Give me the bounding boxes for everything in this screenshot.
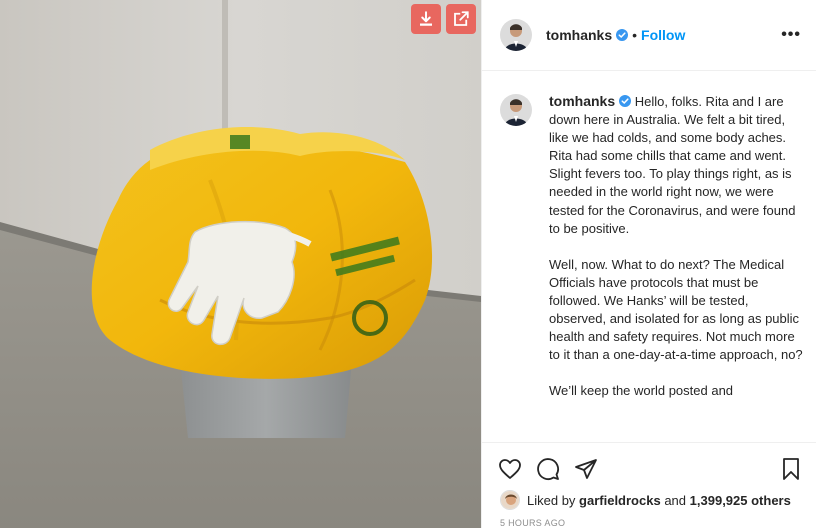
profile-picture [500,19,532,51]
header-username[interactable]: tomhanks [546,27,612,43]
caption-paragraph-3: We’ll keep the world posted and [549,383,734,399]
heart-icon[interactable] [498,457,522,481]
liker-avatar[interactable] [500,490,520,510]
follow-button[interactable]: Follow [641,27,685,43]
open-external-icon [454,11,469,26]
bookmark-icon [783,458,799,480]
likes-count[interactable]: 1,399,925 others [690,493,791,508]
download-icon [420,11,432,26]
header-separator: • [632,27,638,43]
post-header: tomhanks • Follow ••• [482,0,816,71]
caption-paragraph-2: Well, now. What to do next? The Medical … [549,256,803,363]
action-icons [498,457,598,481]
download-button[interactable] [411,4,441,34]
post-side-panel: tomhanks • Follow ••• tomhanks Hello, fo… [481,0,816,528]
caption: tomhanks Hello, folks. Rita and I are do… [500,92,805,442]
verified-badge-icon [616,29,629,41]
caption-paragraph-1: Hello, folks. Rita and I are down here i… [549,94,796,236]
open-external-button[interactable] [446,4,476,34]
verified-badge-icon [619,95,632,107]
comment-icon[interactable] [536,457,560,481]
caption-text: tomhanks Hello, folks. Rita and I are do… [549,92,805,442]
actions-bar: Liked by garfieldrocks and 1,399,925 oth… [482,442,816,528]
more-options-button[interactable]: ••• [781,26,801,44]
photo-scene [0,0,481,528]
avatar[interactable] [500,19,532,51]
caption-avatar[interactable] [500,94,532,126]
post-photo[interactable] [0,0,481,528]
save-button[interactable] [779,457,803,486]
share-icon[interactable] [574,457,598,481]
likes-summary: Liked by garfieldrocks and 1,399,925 oth… [500,490,791,510]
post-timestamp[interactable]: 5 HOURS AGO [500,518,565,528]
caption-username[interactable]: tomhanks [549,93,615,109]
instagram-post: tomhanks • Follow ••• tomhanks Hello, fo… [0,0,816,528]
caption-paragraph: tomhanks Hello, folks. Rita and I are do… [549,92,805,238]
likes-prefix: Liked by [527,492,576,508]
liker-picture [501,491,519,509]
likes-conj: and [664,492,687,508]
liker-username[interactable]: garfieldrocks [579,493,661,508]
profile-picture [500,94,532,126]
